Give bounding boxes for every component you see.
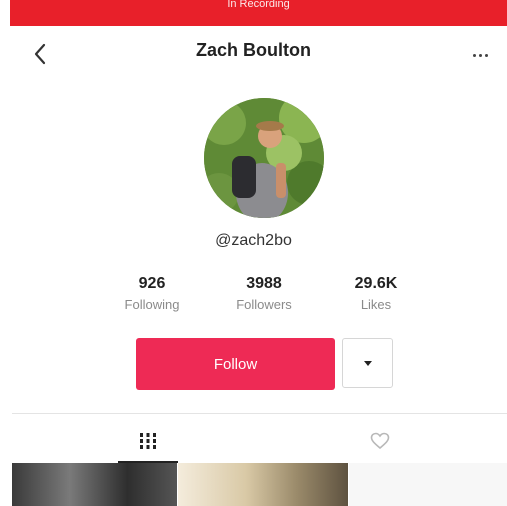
likes-label: Likes <box>360 297 392 312</box>
tab-videos[interactable] <box>118 420 178 462</box>
more-icon-dot <box>478 53 482 57</box>
more-icon-dot <box>484 53 488 57</box>
following-label: Following <box>124 297 180 312</box>
stat-likes[interactable]: 29.6K Likes <box>326 275 426 312</box>
heart-outline-icon <box>370 432 390 450</box>
stat-followers[interactable]: 3988 Followers <box>214 275 314 312</box>
avatar-photo <box>204 98 324 218</box>
grid-icon <box>140 433 156 449</box>
tab-liked[interactable] <box>350 420 410 462</box>
tab-divider <box>12 413 507 414</box>
caret-down-icon <box>363 360 372 366</box>
more-horizontal-icon <box>472 53 476 57</box>
profile-title: Zach Boulton <box>196 40 311 60</box>
followers-label: Followers <box>236 297 292 312</box>
recording-status-bar: In Recording <box>10 0 507 26</box>
recording-status-text: In Recording <box>227 0 290 10</box>
avatar[interactable] <box>204 98 324 218</box>
follow-button[interactable]: Follow <box>136 338 335 390</box>
likes-count: 29.6K <box>354 275 398 292</box>
followers-count: 3988 <box>246 275 282 292</box>
following-count: 926 <box>138 275 166 292</box>
more-options-button[interactable] <box>462 40 498 70</box>
video-thumbnail[interactable] <box>178 463 348 506</box>
video-thumbnail[interactable] <box>12 463 177 506</box>
suggested-accounts-button[interactable] <box>342 338 393 388</box>
stat-following[interactable]: 926 Following <box>102 275 202 312</box>
video-thumbnail[interactable] <box>349 463 507 506</box>
username: @zach2bo <box>215 232 292 249</box>
